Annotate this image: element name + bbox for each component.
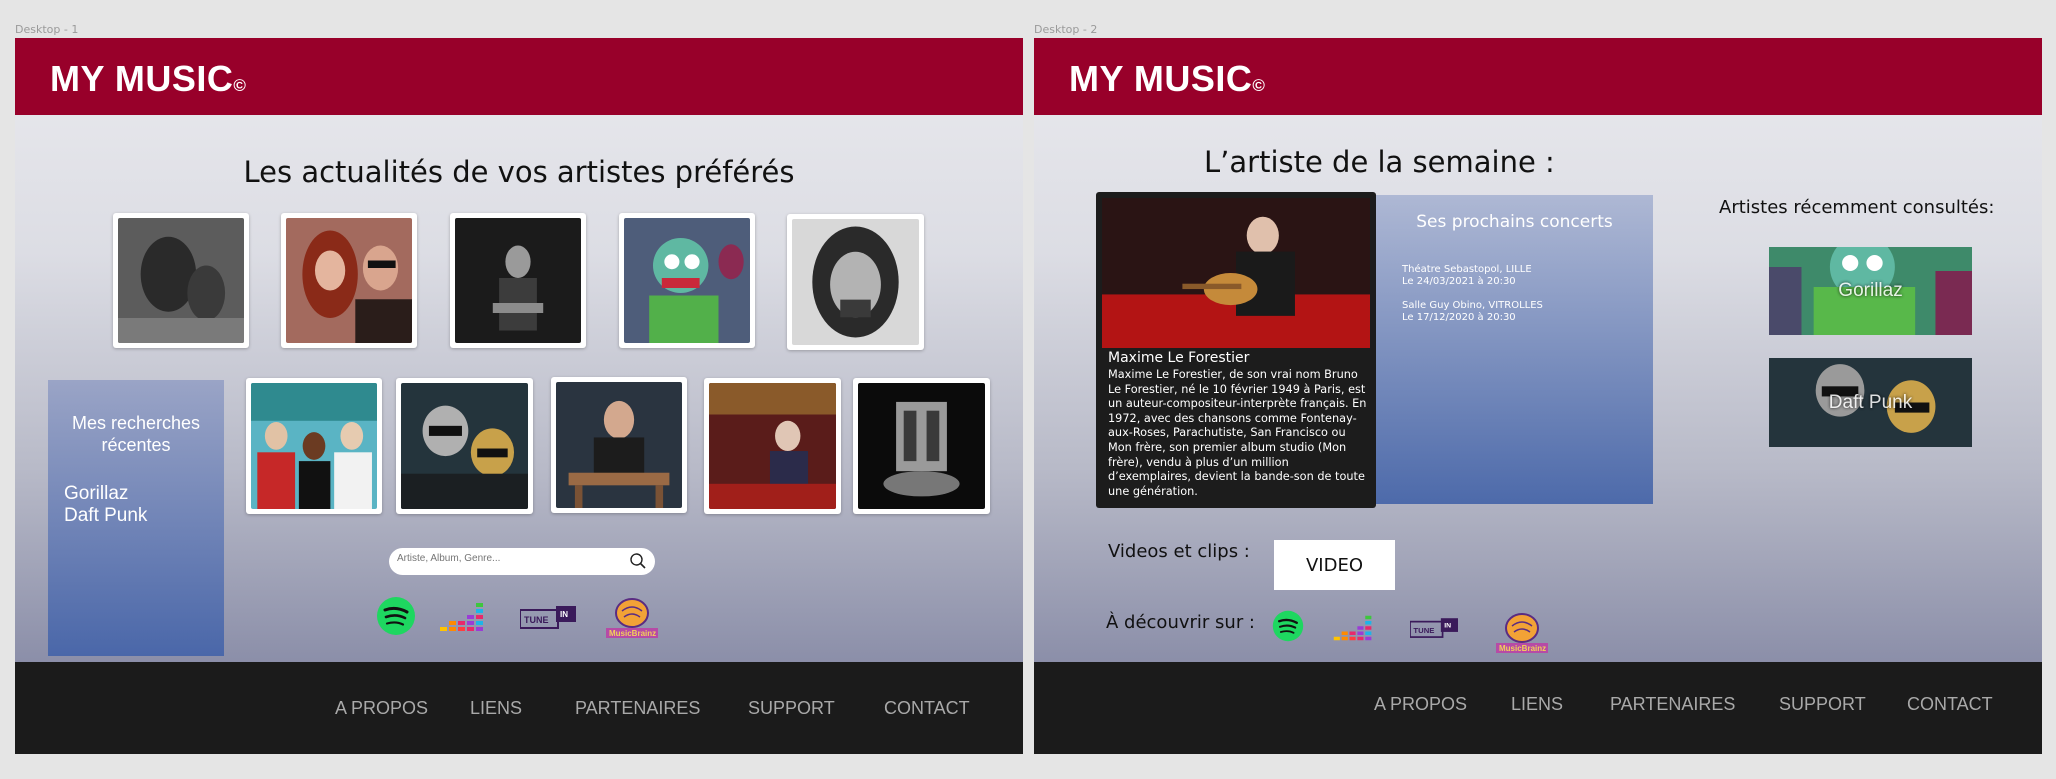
artist-image <box>251 383 377 509</box>
search-icon[interactable] <box>629 552 647 570</box>
recently-viewed-title: Artistes récemment consultés: <box>1719 197 1995 218</box>
recent-search-item[interactable]: Daft Punk <box>64 505 147 527</box>
artist-image <box>455 218 581 343</box>
footer-link-partenaires[interactable]: PARTENAIRES <box>1610 694 1735 715</box>
discover-label: À découvrir sur : <box>1106 612 1256 633</box>
header: MY MUSIC© <box>15 38 1023 115</box>
artist-thumbnail[interactable] <box>450 213 586 348</box>
tunein-icon[interactable]: TUNE IN <box>520 606 576 630</box>
artist-thumbnail[interactable] <box>551 377 687 513</box>
frame-label-desktop-2: Desktop - 2 <box>1034 23 1098 36</box>
upcoming-concerts-panel: Ses prochains concerts Théatre Sebastopo… <box>1376 195 1653 504</box>
site-logo[interactable]: MY MUSIC© <box>50 58 246 100</box>
svg-text:MusicBrainz: MusicBrainz <box>609 629 656 638</box>
page-heading: Les actualités de vos artistes préférés <box>243 155 795 189</box>
footer: A PROPOS LIENS PARTENAIRES SUPPORT CONTA… <box>1034 662 2042 754</box>
recently-viewed-artist[interactable]: Gorillaz <box>1769 235 1972 335</box>
recent-searches-title: Mes recherches récentes <box>71 413 201 455</box>
artist-thumbnail[interactable] <box>619 213 755 348</box>
deezer-icon[interactable] <box>440 601 484 633</box>
recently-viewed-artist[interactable]: Daft Punk <box>1769 358 1972 447</box>
footer-link-liens[interactable]: LIENS <box>470 698 522 719</box>
svg-text:TUNE: TUNE <box>1413 626 1434 635</box>
deezer-icon[interactable] <box>1332 614 1374 642</box>
spotify-icon[interactable] <box>376 596 416 636</box>
musicbrainz-icon[interactable]: MusicBrainz <box>604 597 660 639</box>
search-bar[interactable] <box>389 548 655 575</box>
footer-link-a-propos[interactable]: A PROPOS <box>1374 694 1467 715</box>
footer-link-contact[interactable]: CONTACT <box>884 698 970 719</box>
footer-link-liens[interactable]: LIENS <box>1511 694 1563 715</box>
recent-search-item[interactable]: Gorillaz <box>64 483 128 505</box>
desktop-2-frame: MY MUSIC© L’artiste de la semaine : Maxi… <box>1034 38 2042 754</box>
svg-text:MusicBrainz: MusicBrainz <box>1499 644 1546 653</box>
artist-thumbnail[interactable] <box>787 214 924 350</box>
tunein-icon[interactable]: TUNE IN <box>1410 618 1458 639</box>
frame-label-desktop-1: Desktop - 1 <box>15 23 79 36</box>
artist-name: Maxime Le Forestier <box>1108 350 1250 366</box>
video-button[interactable]: VIDEO <box>1274 540 1395 590</box>
artist-image <box>401 383 528 509</box>
footer-link-support[interactable]: SUPPORT <box>748 698 835 719</box>
artist-image <box>286 218 412 343</box>
artist-thumbnail[interactable] <box>113 213 249 348</box>
artist-thumbnail[interactable] <box>853 378 990 514</box>
artist-image <box>624 218 750 343</box>
artist-thumbnail[interactable] <box>704 378 841 514</box>
videos-label: Videos et clips : <box>1108 541 1250 562</box>
artist-of-the-week-card[interactable]: Maxime Le Forestier Maxime Le Forestier,… <box>1096 192 1376 508</box>
artist-bio: Maxime Le Forestier, de son vrai nom Bru… <box>1108 368 1367 498</box>
artist-image <box>118 218 244 343</box>
site-logo[interactable]: MY MUSIC© <box>1069 58 1265 100</box>
footer-link-contact[interactable]: CONTACT <box>1907 694 1993 715</box>
header: MY MUSIC© <box>1034 38 2042 115</box>
desktop-1-frame: MY MUSIC© Les actualités de vos artistes… <box>15 38 1023 754</box>
footer: A PROPOS LIENS PARTENAIRES SUPPORT CONTA… <box>15 662 1023 754</box>
artist-thumbnail[interactable] <box>281 213 417 348</box>
search-input[interactable] <box>397 553 617 564</box>
artist-image <box>709 383 836 509</box>
footer-link-support[interactable]: SUPPORT <box>1779 694 1866 715</box>
footer-link-a-propos[interactable]: A PROPOS <box>335 698 428 719</box>
footer-link-partenaires[interactable]: PARTENAIRES <box>575 698 700 719</box>
svg-text:IN: IN <box>1444 623 1451 630</box>
recently-viewed-label: Gorillaz <box>1838 280 1903 301</box>
svg-text:TUNE: TUNE <box>524 615 549 625</box>
page-heading: L’artiste de la semaine : <box>1204 145 1555 179</box>
artist-thumbnail[interactable] <box>246 378 382 514</box>
artist-image <box>858 383 985 509</box>
spotify-icon[interactable] <box>1272 610 1304 642</box>
concerts-title: Ses prochains concerts <box>1416 212 1613 232</box>
copyright-mark: © <box>1252 76 1266 95</box>
concert-item[interactable]: Salle Guy Obino, VITROLLES Le 17/12/2020 … <box>1402 300 1543 324</box>
svg-text:IN: IN <box>560 610 568 619</box>
artist-image <box>556 382 682 508</box>
artist-image <box>792 219 919 345</box>
copyright-mark: © <box>233 76 247 95</box>
recent-searches-panel: Mes recherches récentes Gorillaz Daft Pun… <box>48 380 224 656</box>
recently-viewed-label: Daft Punk <box>1828 391 1913 413</box>
musicbrainz-icon[interactable]: MusicBrainz <box>1494 612 1550 654</box>
concert-item[interactable]: Théatre Sebastopol, LILLE Le 24/03/2021 à… <box>1402 264 1532 288</box>
artist-thumbnail[interactable] <box>396 378 533 514</box>
artist-photo <box>1102 198 1370 348</box>
